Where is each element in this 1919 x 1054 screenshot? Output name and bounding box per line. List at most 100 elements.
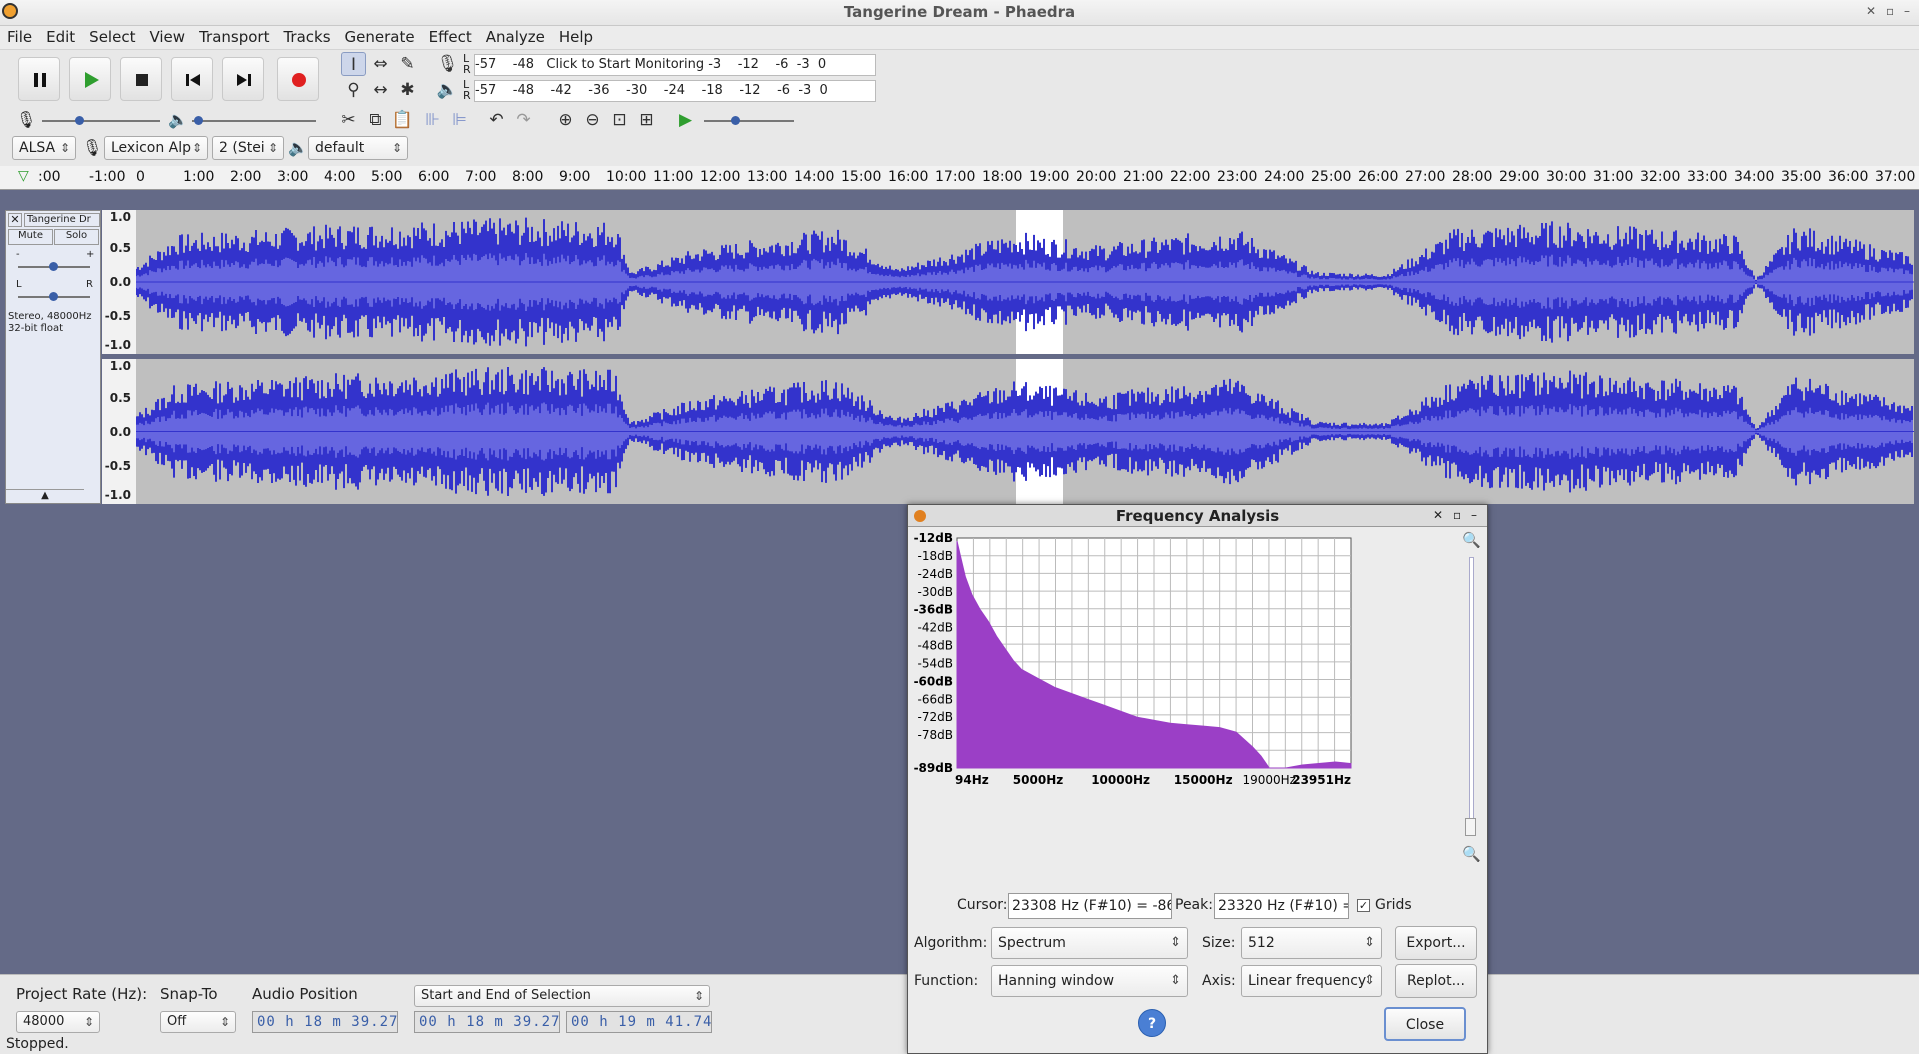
timeshift-tool-icon[interactable]: ↔ (368, 78, 393, 102)
playback-volume-slider[interactable] (192, 116, 316, 125)
ruler-tick: 25:00 (1311, 169, 1352, 185)
hz-tick-label: 15000Hz (1174, 773, 1233, 787)
pan-l-label: L (16, 279, 22, 290)
hz-tick-label: 10000Hz (1091, 773, 1150, 787)
zoom-in-spectrum-icon[interactable]: 🔍 (1462, 531, 1481, 549)
audio-host-select[interactable]: ALSA (12, 136, 76, 160)
fit-selection-icon[interactable]: ⊡ (607, 108, 632, 132)
track-pan-slider[interactable] (18, 292, 90, 301)
snap-to-select[interactable]: Off (160, 1011, 236, 1033)
audio-position-field[interactable]: 00 h 18 m 39.275 s (252, 1011, 398, 1033)
function-select[interactable]: Hanning window (991, 965, 1188, 997)
waveform-right-channel[interactable] (136, 359, 1914, 504)
axis-select[interactable]: Linear frequency (1241, 965, 1382, 997)
snap-to-label: Snap-To (160, 985, 218, 1003)
close-button[interactable]: Close (1384, 1007, 1466, 1041)
solo-button[interactable]: Solo (54, 229, 99, 245)
track-name-menu[interactable]: Tangerine Dr (24, 213, 100, 227)
playback-meter[interactable]: -57 -48 -42 -36 -30 -24 -18 -12 -6 -3 0 (474, 80, 876, 102)
selection-end-field[interactable]: 00 h 19 m 41.740 s (566, 1011, 712, 1033)
spectrum-zoom-thumb[interactable] (1465, 818, 1476, 836)
zoom-out-spectrum-icon[interactable]: 🔍 (1462, 845, 1481, 863)
window-title: Tangerine Dream - Phaedra (843, 3, 1076, 21)
selection-tool-icon[interactable]: I (341, 52, 366, 76)
menu-help[interactable]: Help (552, 26, 600, 46)
export-button[interactable]: Export... (1395, 926, 1477, 960)
replot-button[interactable]: Replot... (1395, 964, 1477, 998)
track-close-icon[interactable]: ✕ (8, 213, 22, 227)
minimize-window-icon[interactable]: – (1904, 4, 1910, 18)
track-control-panel: ✕ Tangerine Dr Mute Solo - + L R Stereo,… (5, 210, 101, 504)
status-text: Stopped. (6, 1036, 69, 1052)
fit-project-icon[interactable]: ⊞ (634, 108, 659, 132)
ruler-tick: 9:00 (559, 169, 591, 185)
timeline-ruler[interactable]: ▽ :00 -1:00 0 1:00 2:00 3:00 4:00 5:00 6:00 7:00 8… (0, 166, 1919, 190)
input-device-select[interactable]: Lexicon Alp (104, 136, 208, 160)
selection-start-field[interactable]: 00 h 18 m 39.275 s (414, 1011, 560, 1033)
help-button[interactable]: ? (1138, 1009, 1166, 1037)
skip-start-button[interactable] (171, 57, 213, 101)
zoom-in-icon[interactable]: ⊕ (553, 108, 578, 132)
copy-icon[interactable]: ⧉ (363, 108, 388, 132)
play-meter-speaker-icon[interactable]: 🔈 (435, 78, 460, 102)
play-head-icon[interactable]: ▽ (18, 168, 29, 184)
record-meter-mic-icon[interactable]: 🎙 (435, 52, 460, 76)
channels-select[interactable]: 2 (Stei (212, 136, 284, 160)
algorithm-select[interactable]: Spectrum (991, 927, 1188, 959)
play-at-speed-icon[interactable]: ▶ (673, 108, 698, 132)
menu-tracks[interactable]: Tracks (276, 26, 337, 46)
dialog-maximize-icon[interactable]: ▫ (1453, 508, 1461, 522)
trim-icon[interactable]: ⊪ (420, 108, 445, 132)
selection-mode-select[interactable]: Start and End of Selection (414, 985, 710, 1007)
mute-button[interactable]: Mute (8, 229, 53, 245)
draw-tool-icon[interactable]: ✎ (395, 52, 420, 76)
menu-view[interactable]: View (142, 26, 192, 46)
spectrum-plot[interactable]: -12dB -18dB -24dB -30dB -36dB -42dB -48dB -54dB… (908, 527, 1468, 797)
silence-icon[interactable]: ⊫ (447, 108, 472, 132)
spectrum-zoom-slider[interactable] (1469, 557, 1474, 819)
dialog-minimize-icon[interactable]: – (1471, 508, 1477, 522)
multi-tool-icon[interactable]: ✱ (395, 78, 420, 102)
collapse-track-icon[interactable]: ▲ (6, 489, 84, 503)
close-window-icon[interactable]: ✕ (1866, 4, 1876, 18)
play-button[interactable] (69, 57, 111, 101)
menu-file[interactable]: File (0, 26, 39, 46)
size-select[interactable]: 512 (1241, 927, 1382, 959)
ruler-tick: 33:00 (1687, 169, 1728, 185)
zoom-out-icon[interactable]: ⊖ (580, 108, 605, 132)
record-meter-lr: L R (463, 52, 471, 76)
waveform-left-channel[interactable] (136, 210, 1914, 354)
envelope-tool-icon[interactable]: ⇔ (368, 52, 393, 76)
zoom-tool-icon[interactable]: ⚲ (341, 78, 366, 102)
undo-icon[interactable]: ↶ (484, 108, 509, 132)
paste-icon[interactable]: 📋 (390, 108, 415, 132)
menu-effect[interactable]: Effect (422, 26, 479, 46)
track-gain-slider[interactable] (18, 262, 90, 271)
menu-select[interactable]: Select (82, 26, 142, 46)
output-device-select[interactable]: default (308, 136, 408, 160)
title-bar: Tangerine Dream - Phaedra ✕ ▫ – (0, 0, 1919, 26)
redo-icon[interactable]: ↷ (511, 108, 536, 132)
channel1-y-axis: 1.0 0.5 0.0 -0.5 -1.0 (102, 210, 136, 354)
ruler-tick: 29:00 (1499, 169, 1540, 185)
stop-button[interactable] (120, 57, 162, 101)
ruler-tick: 10:00 (606, 169, 647, 185)
play-speed-slider[interactable] (704, 116, 794, 125)
menu-transport[interactable]: Transport (192, 26, 276, 46)
function-label: Function: (914, 973, 979, 989)
skip-end-button[interactable] (222, 57, 264, 101)
maximize-window-icon[interactable]: ▫ (1886, 4, 1894, 18)
menu-edit[interactable]: Edit (39, 26, 82, 46)
menu-generate[interactable]: Generate (338, 26, 422, 46)
pause-button[interactable] (18, 57, 60, 101)
menu-analyze[interactable]: Analyze (479, 26, 552, 46)
ruler-tick: 19:00 (1029, 169, 1070, 185)
record-meter[interactable]: -57 -48 Click to Start Monitoring -3 -12… (474, 54, 876, 76)
db-tick-label: -66dB (918, 692, 953, 706)
record-volume-slider[interactable] (42, 116, 160, 125)
cut-icon[interactable]: ✂ (336, 108, 361, 132)
dialog-close-icon[interactable]: ✕ (1433, 508, 1443, 522)
project-rate-select[interactable]: 48000 (16, 1011, 100, 1033)
record-button[interactable] (277, 57, 319, 101)
grids-checkbox[interactable]: ✓ (1357, 899, 1370, 912)
